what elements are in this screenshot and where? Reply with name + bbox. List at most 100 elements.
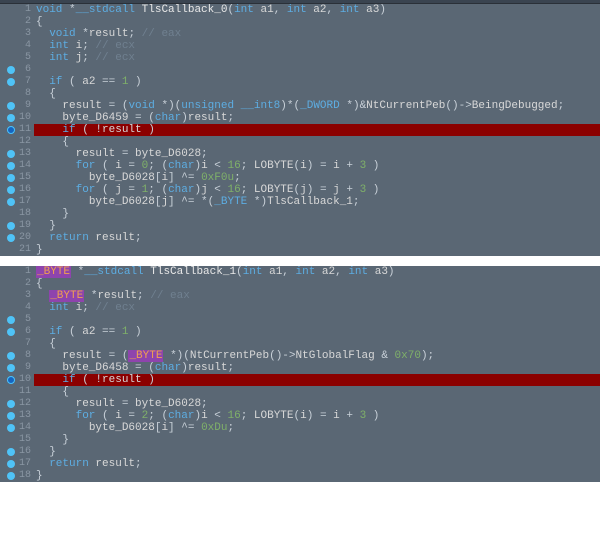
gutter[interactable]: 14 (0, 422, 34, 434)
code-line[interactable]: 8 result = (_BYTE *)(NtCurrentPeb()->NtG… (0, 350, 600, 362)
code-line[interactable]: 14 byte_D6028[i] ^= 0xDu; (0, 422, 600, 434)
code-line[interactable]: 16 } (0, 446, 600, 458)
breakpoint-icon[interactable] (7, 186, 15, 194)
code-content[interactable]: { (34, 136, 600, 148)
gutter[interactable]: 16 (0, 446, 34, 458)
code-line[interactable]: 12 { (0, 136, 600, 148)
gutter[interactable]: 12 (0, 136, 34, 148)
code-content[interactable]: if ( !result ) (34, 374, 600, 386)
code-line[interactable]: 10 if ( !result ) (0, 374, 600, 386)
code-line[interactable]: 4 int i; // ecx (0, 40, 600, 52)
code-line[interactable]: 2{ (0, 16, 600, 28)
breakpoint-icon[interactable] (7, 316, 15, 324)
code-content[interactable]: { (34, 88, 600, 100)
code-line[interactable]: 17 return result; (0, 458, 600, 470)
breakpoint-icon[interactable] (7, 472, 15, 480)
code-content[interactable]: result = byte_D6028; (34, 398, 600, 410)
breakpoint-icon[interactable] (7, 102, 15, 110)
gutter[interactable]: 11 (0, 124, 34, 136)
gutter[interactable]: 2 (0, 278, 34, 290)
code-line[interactable]: 13 result = byte_D6028; (0, 148, 600, 160)
code-line[interactable]: 9 byte_D6458 = (char)result; (0, 362, 600, 374)
code-content[interactable]: _BYTE *__stdcall TlsCallback_1(int a1, i… (34, 266, 600, 278)
breakpoint-icon[interactable] (7, 126, 15, 134)
code-line[interactable]: 3 _BYTE *result; // eax (0, 290, 600, 302)
code-line[interactable]: 16 for ( j = 1; (char)j < 16; LOBYTE(j) … (0, 184, 600, 196)
breakpoint-icon[interactable] (7, 234, 15, 242)
breakpoint-icon[interactable] (7, 150, 15, 158)
code-content[interactable]: if ( !result ) (34, 124, 600, 136)
code-content[interactable]: byte_D6028[j] ^= *(_BYTE *)TlsCallback_1… (34, 196, 600, 208)
gutter[interactable]: 16 (0, 184, 34, 196)
breakpoint-icon[interactable] (7, 412, 15, 420)
gutter[interactable]: 19 (0, 220, 34, 232)
code-line[interactable]: 20 return result; (0, 232, 600, 244)
code-line[interactable]: 4 int i; // ecx (0, 302, 600, 314)
code-content[interactable]: } (34, 470, 600, 482)
gutter[interactable]: 7 (0, 76, 34, 88)
gutter[interactable]: 3 (0, 290, 34, 302)
breakpoint-icon[interactable] (7, 66, 15, 74)
gutter[interactable]: 8 (0, 350, 34, 362)
code-line[interactable]: 9 result = (void *)(unsigned __int8)*(_D… (0, 100, 600, 112)
code-line[interactable]: 1void *__stdcall TlsCallback_0(int a1, i… (0, 4, 600, 16)
code-line[interactable]: 15 byte_D6028[i] ^= 0xF0u; (0, 172, 600, 184)
code-line[interactable]: 13 for ( i = 2; (char)i < 16; LOBYTE(i) … (0, 410, 600, 422)
code-content[interactable]: byte_D6028[i] ^= 0xDu; (34, 422, 600, 434)
gutter[interactable]: 1 (0, 4, 34, 16)
breakpoint-icon[interactable] (7, 114, 15, 122)
gutter[interactable]: 20 (0, 232, 34, 244)
code-content[interactable]: for ( i = 0; (char)i < 16; LOBYTE(i) = i… (34, 160, 600, 172)
code-content[interactable]: int j; // ecx (34, 52, 600, 64)
gutter[interactable]: 1 (0, 266, 34, 278)
code-content[interactable]: _BYTE *result; // eax (34, 290, 600, 302)
code-line[interactable]: 8 { (0, 88, 600, 100)
code-line[interactable]: 11 { (0, 386, 600, 398)
code-content[interactable]: byte_D6459 = (char)result; (34, 112, 600, 124)
gutter[interactable]: 4 (0, 40, 34, 52)
code-line[interactable]: 15 } (0, 434, 600, 446)
code-line[interactable]: 3 void *result; // eax (0, 28, 600, 40)
code-content[interactable]: void *result; // eax (34, 28, 600, 40)
code-content[interactable]: int i; // ecx (34, 302, 600, 314)
code-content[interactable]: { (34, 338, 600, 350)
code-line[interactable]: 12 result = byte_D6028; (0, 398, 600, 410)
gutter[interactable]: 13 (0, 410, 34, 422)
code-line[interactable]: 14 for ( i = 0; (char)i < 16; LOBYTE(i) … (0, 160, 600, 172)
gutter[interactable]: 6 (0, 64, 34, 76)
code-line[interactable]: 5 int j; // ecx (0, 52, 600, 64)
gutter[interactable]: 3 (0, 28, 34, 40)
gutter[interactable]: 7 (0, 338, 34, 350)
code-content[interactable]: return result; (34, 232, 600, 244)
code-content[interactable]: if ( a2 == 1 ) (34, 76, 600, 88)
breakpoint-icon[interactable] (7, 352, 15, 360)
code-content[interactable]: } (34, 434, 600, 446)
gutter[interactable]: 5 (0, 314, 34, 326)
breakpoint-icon[interactable] (7, 448, 15, 456)
code-line[interactable]: 11 if ( !result ) (0, 124, 600, 136)
code-content[interactable]: for ( i = 2; (char)i < 16; LOBYTE(i) = i… (34, 410, 600, 422)
gutter[interactable]: 9 (0, 100, 34, 112)
code-line[interactable]: 18 } (0, 208, 600, 220)
gutter[interactable]: 13 (0, 148, 34, 160)
code-body-bottom[interactable]: 1_BYTE *__stdcall TlsCallback_1(int a1, … (0, 266, 600, 482)
code-content[interactable]: for ( j = 1; (char)j < 16; LOBYTE(j) = j… (34, 184, 600, 196)
code-line[interactable]: 6 if ( a2 == 1 ) (0, 326, 600, 338)
breakpoint-icon[interactable] (7, 364, 15, 372)
code-line[interactable]: 21} (0, 244, 600, 256)
gutter[interactable]: 18 (0, 470, 34, 482)
gutter[interactable]: 6 (0, 326, 34, 338)
gutter[interactable]: 18 (0, 208, 34, 220)
gutter[interactable]: 17 (0, 458, 34, 470)
gutter[interactable]: 15 (0, 434, 34, 446)
code-content[interactable]: } (34, 208, 600, 220)
gutter[interactable]: 10 (0, 374, 34, 386)
gutter[interactable]: 9 (0, 362, 34, 374)
code-line[interactable]: 5 (0, 314, 600, 326)
gutter[interactable]: 14 (0, 160, 34, 172)
code-content[interactable]: return result; (34, 458, 600, 470)
code-line[interactable]: 19 } (0, 220, 600, 232)
code-content[interactable]: { (34, 16, 600, 28)
code-line[interactable]: 10 byte_D6459 = (char)result; (0, 112, 600, 124)
code-content[interactable]: int i; // ecx (34, 40, 600, 52)
